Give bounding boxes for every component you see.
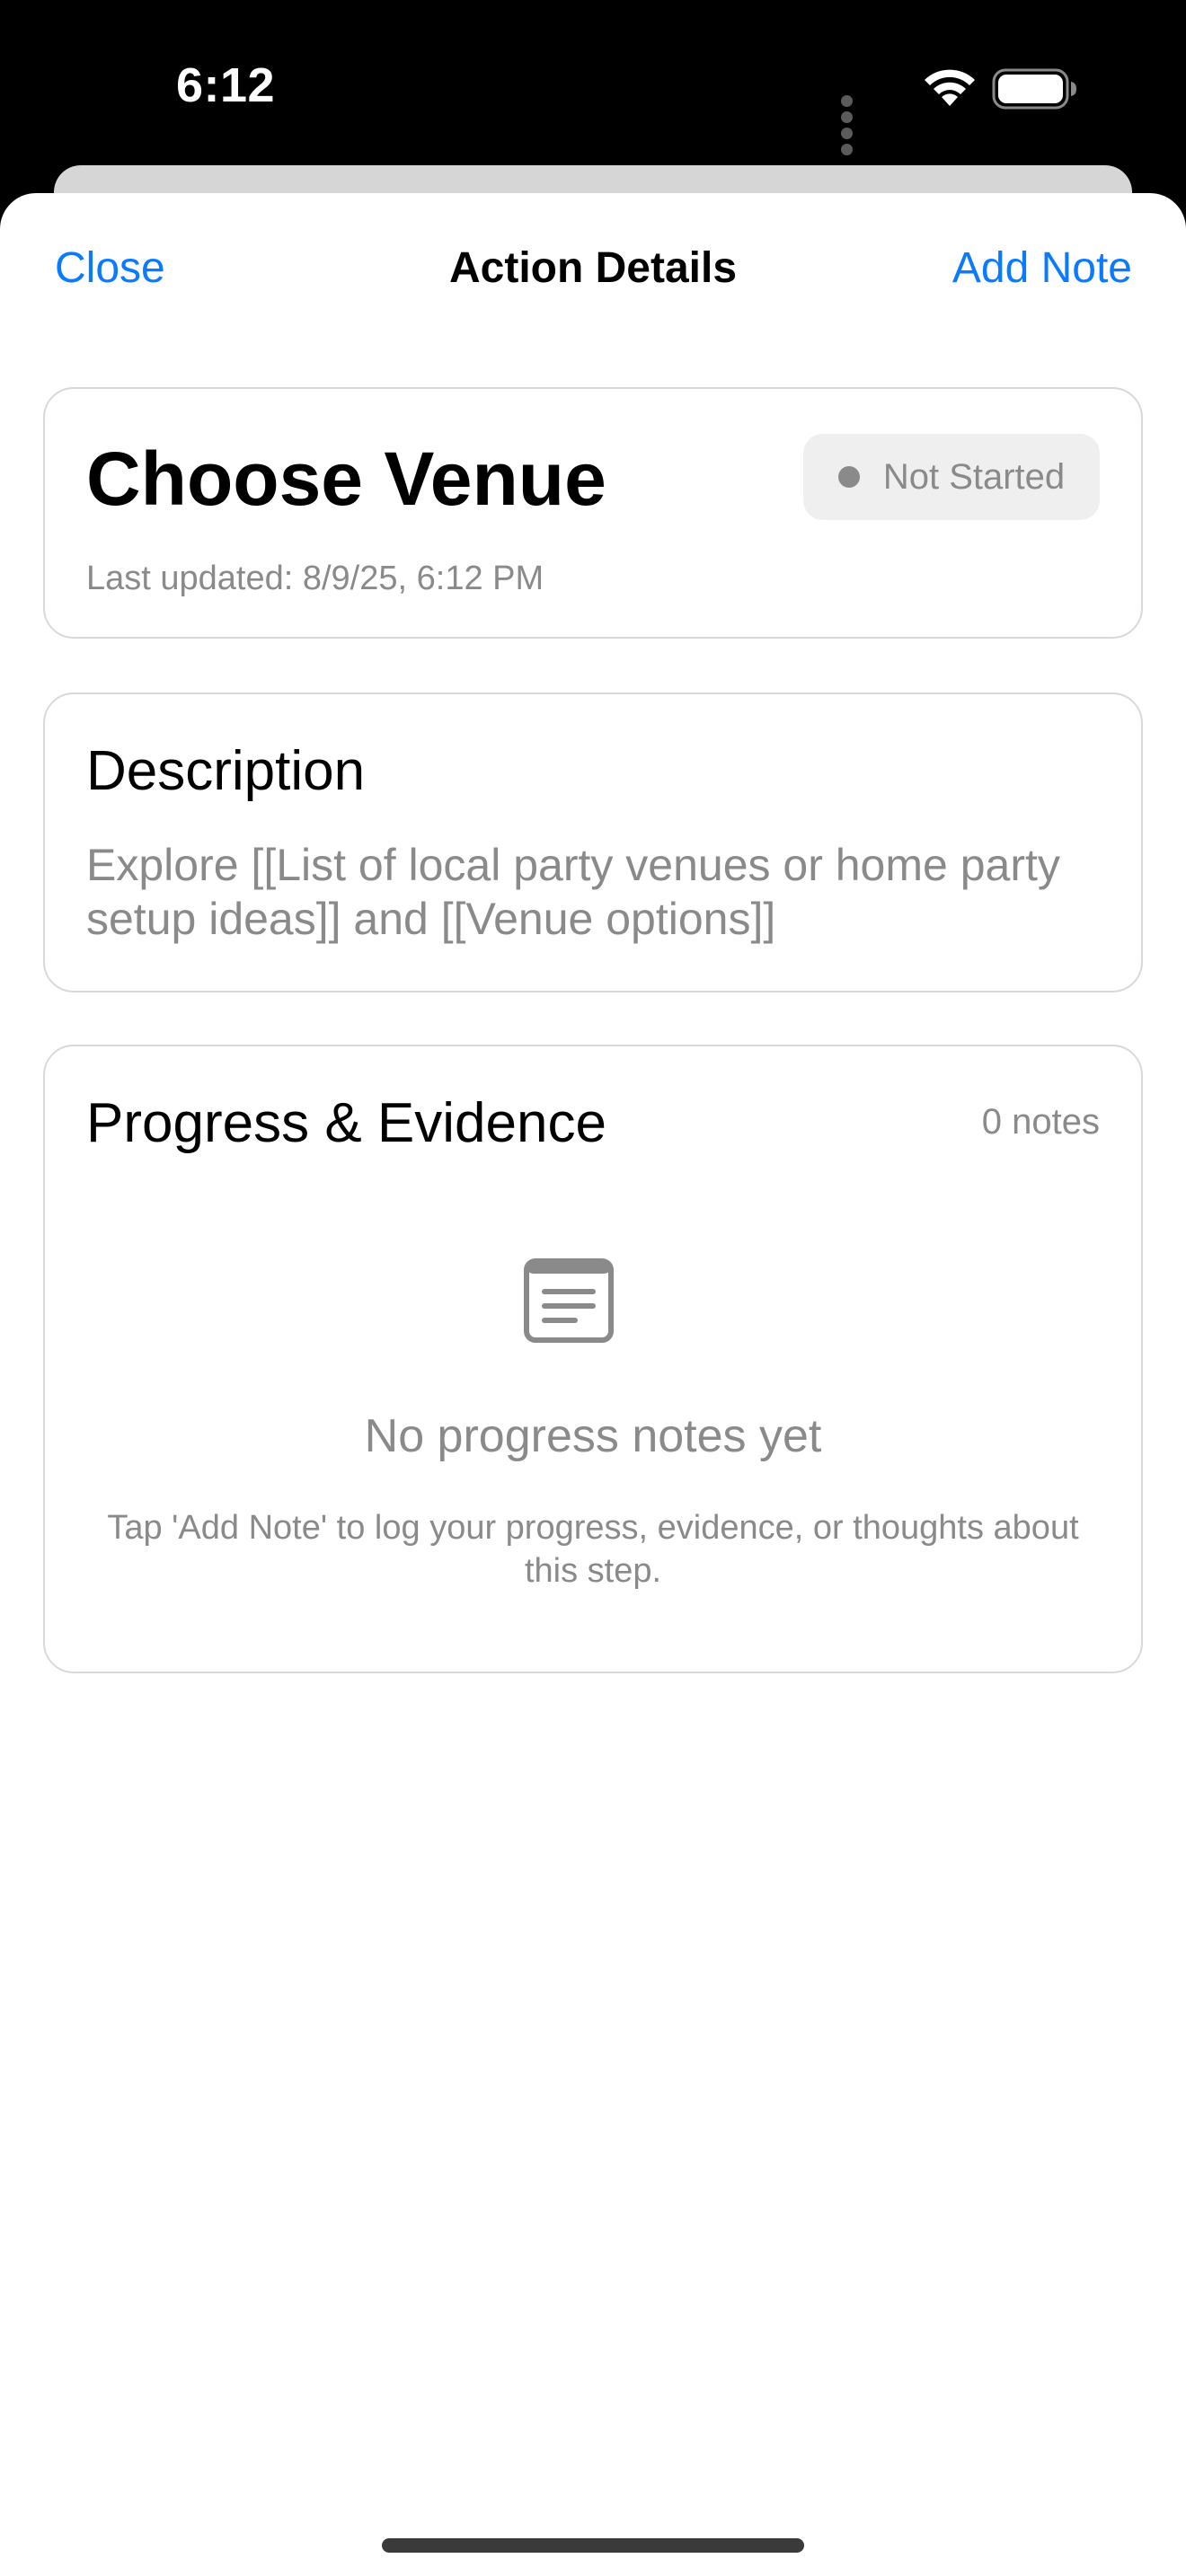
status-badge[interactable]: Not Started — [803, 434, 1100, 520]
progress-card: Progress & Evidence 0 notes No progress … — [43, 1045, 1143, 1673]
empty-state-hint: Tap 'Add Note' to log your progress, evi… — [107, 1509, 1079, 1590]
action-title: Choose Venue — [86, 437, 606, 521]
last-updated: Last updated: 8/9/25, 6:12 PM — [86, 560, 544, 597]
status-bar: 6:12 — [0, 0, 1186, 166]
empty-state-title: No progress notes yet — [364, 1410, 822, 1462]
description-heading: Description — [86, 740, 366, 802]
add-note-button[interactable]: Add Note — [952, 243, 1132, 293]
action-details-sheet: Close Action Details Add Note Choose Ven… — [0, 193, 1186, 2576]
screen: 6:12 Close Action Details Add Note Choos… — [0, 0, 1186, 2576]
description-card: Description Explore [[List of local part… — [43, 693, 1143, 992]
wifi-icon — [925, 69, 975, 106]
status-dot-icon — [837, 466, 860, 488]
progress-heading: Progress & Evidence — [86, 1092, 606, 1154]
description-text: Explore [[List of local party venues or … — [86, 840, 1060, 944]
nav-bar: Close Action Details Add Note — [0, 193, 1186, 346]
document-icon — [524, 1258, 614, 1343]
home-indicator[interactable] — [382, 2538, 804, 2553]
status-time: 6:12 — [176, 58, 276, 112]
status-label: Not Started — [882, 456, 1066, 497]
action-header-card: Choose Venue Not Started Last updated: 8… — [43, 387, 1143, 639]
cellular-icon — [841, 95, 858, 160]
battery-icon — [992, 68, 1076, 110]
notes-count: 0 notes — [981, 1102, 1100, 1142]
